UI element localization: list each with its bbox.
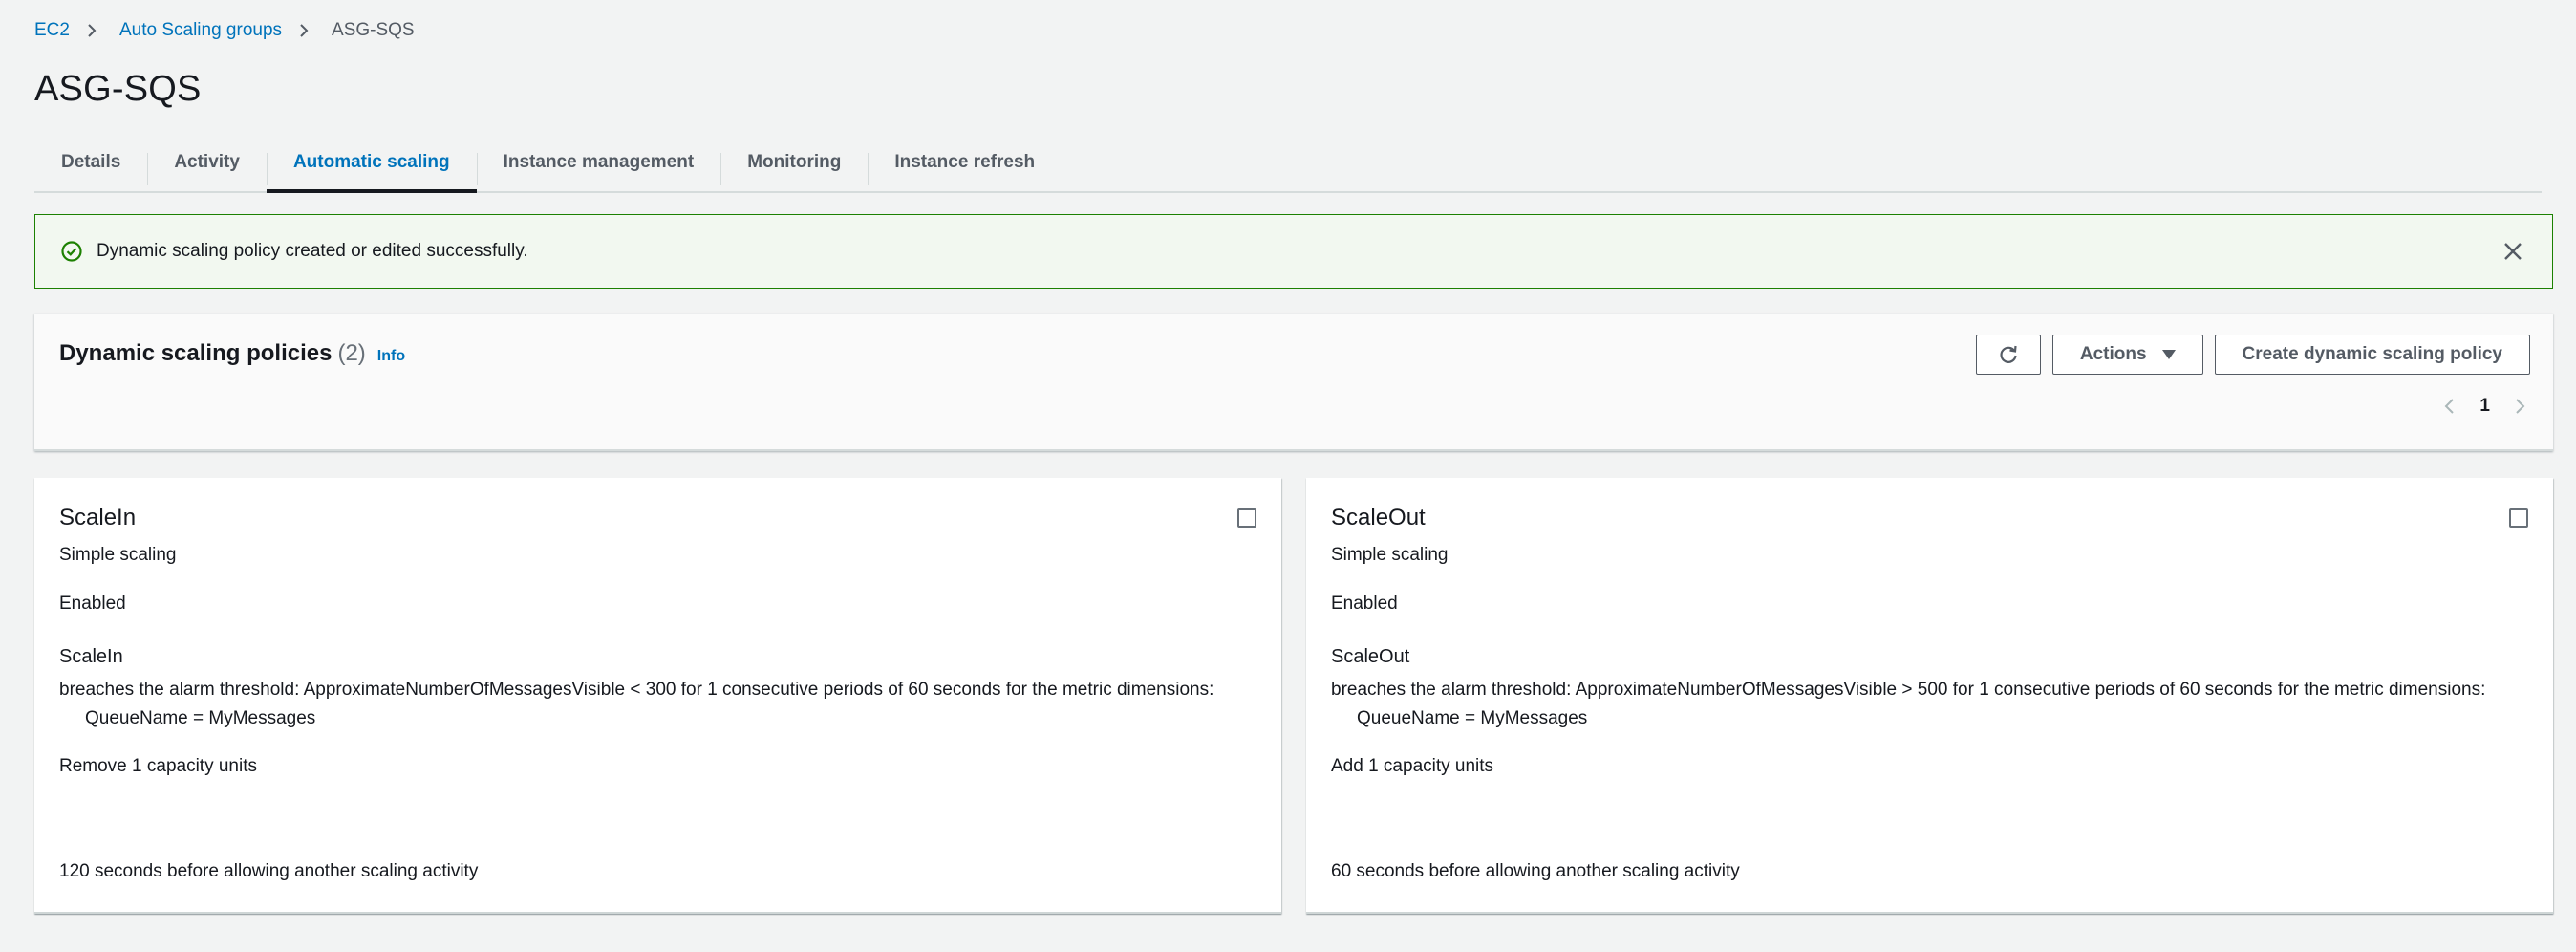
tab-instance-management[interactable]: Instance management	[476, 134, 721, 191]
chevron-left-icon[interactable]	[2443, 398, 2457, 415]
success-flash-banner: Dynamic scaling policy created or edited…	[34, 214, 2553, 289]
actions-dropdown-button[interactable]: Actions	[2051, 335, 2203, 375]
tab-instance-refresh[interactable]: Instance refresh	[868, 134, 1062, 191]
policy-card-scaleout: ScaleOut Simple scaling Enabled ScaleOut…	[1306, 478, 2553, 914]
current-page[interactable]: 1	[2479, 396, 2490, 417]
policy-status: Enabled	[1331, 594, 1398, 614]
alarm-name: ScaleIn	[59, 646, 123, 667]
breadcrumb-ec2-link[interactable]: EC2	[34, 17, 70, 44]
section-title: Dynamic scaling policies (2) Info	[59, 340, 405, 367]
metric-dimension: QueueName = MyMessages	[1357, 708, 1588, 728]
cooldown: 60 seconds before allowing another scali…	[1331, 861, 1740, 881]
page: EC2 Auto Scaling groups ASG-SQS ASG-SQS …	[0, 0, 2576, 952]
refresh-button[interactable]	[1975, 335, 2041, 375]
create-dynamic-scaling-policy-button[interactable]: Create dynamic scaling policy	[2214, 335, 2530, 375]
tab-automatic-scaling[interactable]: Automatic scaling	[266, 134, 477, 193]
breadcrumb-auto-scaling-groups-link[interactable]: Auto Scaling groups	[119, 17, 282, 44]
success-check-icon	[60, 240, 83, 263]
tab-monitoring[interactable]: Monitoring	[720, 134, 868, 191]
section-title-text: Dynamic scaling policies	[59, 340, 333, 366]
breadcrumb: EC2 Auto Scaling groups ASG-SQS	[34, 17, 415, 44]
close-icon[interactable]	[2502, 241, 2523, 262]
refresh-icon	[1998, 344, 2019, 365]
actions-label: Actions	[2079, 344, 2147, 364]
policy-type: Simple scaling	[59, 545, 177, 565]
page-title: ASG-SQS	[34, 69, 202, 109]
policy-status: Enabled	[59, 594, 126, 614]
alarm-name: ScaleOut	[1331, 646, 1410, 667]
policy-select-checkbox[interactable]	[1237, 508, 1256, 528]
scaling-action: Remove 1 capacity units	[59, 756, 257, 776]
pagination: 1	[2443, 396, 2526, 417]
tab-activity[interactable]: Activity	[147, 134, 267, 191]
dynamic-scaling-policies-header: Dynamic scaling policies (2) Info Action…	[34, 314, 2553, 451]
header-actions: Actions Create dynamic scaling policy	[1975, 335, 2530, 375]
scaling-action: Add 1 capacity units	[1331, 756, 1494, 776]
policy-name: ScaleOut	[1331, 505, 1426, 530]
caret-down-icon	[2161, 350, 2176, 359]
flash-message: Dynamic scaling policy created or edited…	[97, 241, 528, 261]
info-link[interactable]: Info	[377, 348, 405, 365]
tab-bar: Details Activity Automatic scaling Insta…	[34, 134, 2542, 193]
metric-dimension: QueueName = MyMessages	[85, 708, 316, 728]
tab-details[interactable]: Details	[34, 134, 147, 191]
policy-card-scalein: ScaleIn Simple scaling Enabled ScaleIn b…	[34, 478, 1281, 914]
alarm-description: breaches the alarm threshold: Approximat…	[59, 680, 1214, 700]
alarm-description: breaches the alarm threshold: Approximat…	[1331, 680, 2486, 700]
policy-type: Simple scaling	[1331, 545, 1449, 565]
policy-count: (2)	[337, 340, 366, 366]
chevron-right-icon	[297, 24, 311, 37]
chevron-right-icon[interactable]	[2513, 398, 2526, 415]
cooldown: 120 seconds before allowing another scal…	[59, 861, 479, 881]
breadcrumb-current: ASG-SQS	[332, 20, 415, 40]
policy-name: ScaleIn	[59, 505, 137, 530]
chevron-right-icon	[85, 24, 98, 37]
policy-select-checkbox[interactable]	[2509, 508, 2528, 528]
